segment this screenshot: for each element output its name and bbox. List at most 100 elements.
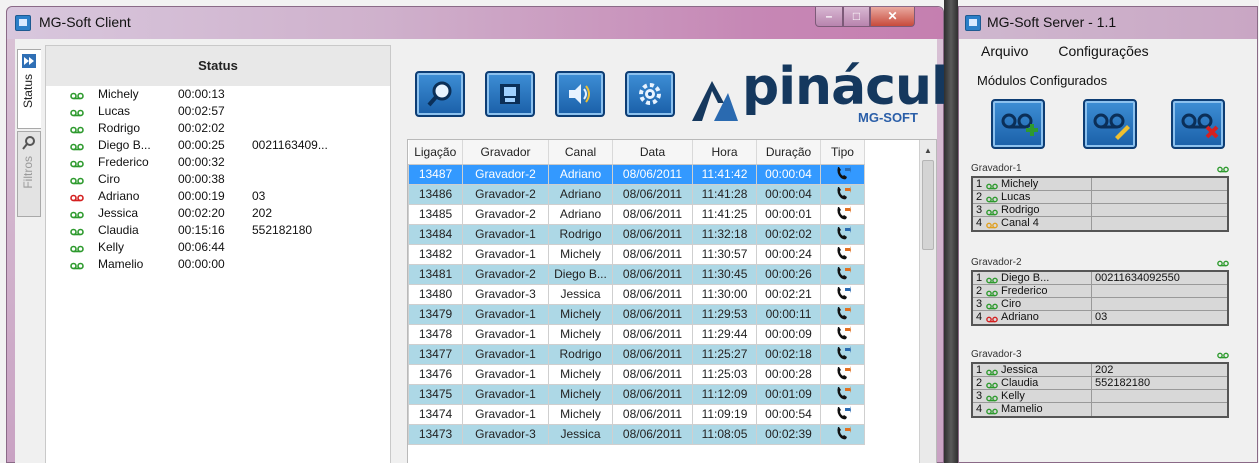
status-row[interactable]: Claudia 00:15:16 552182180 — [70, 222, 370, 239]
call-cell-id: 13478 — [408, 323, 463, 345]
voicemail-icon — [70, 194, 84, 202]
status-row[interactable]: Jessica 00:02:20 202 — [70, 205, 370, 222]
scroll-up-icon[interactable]: ▲ — [924, 146, 932, 155]
call-row[interactable]: 13484 Gravador-1 Rodrigo 08/06/2011 11:32:18… — [408, 223, 865, 245]
call-cell-channel: Michely — [548, 303, 613, 325]
call-row[interactable]: 13479 Gravador-1 Michely 08/06/2011 11:29:53… — [408, 303, 865, 325]
status-row[interactable]: Ciro 00:00:38 — [70, 171, 370, 188]
channel-index: 1 — [976, 178, 983, 190]
call-row[interactable]: 13475 Gravador-1 Michely 08/06/2011 11:12:09… — [408, 383, 865, 405]
add-module-button[interactable] — [991, 99, 1045, 149]
settings-button[interactable] — [625, 71, 675, 117]
call-row[interactable]: 13480 Gravador-3 Jessica 08/06/2011 11:30:00… — [408, 283, 865, 305]
call-row[interactable]: 13477 Gravador-1 Rodrigo 08/06/2011 11:25:27… — [408, 343, 865, 365]
channel-row[interactable]: 3 Rodrigo — [973, 204, 1227, 217]
remove-module-button[interactable] — [1171, 99, 1225, 149]
close-button[interactable]: ✕ — [870, 7, 915, 27]
recorder-group: Gravador-1 1 Michely 2 Lucas 3 Rodrigo 4 Canal 4 — [971, 163, 1229, 232]
call-row[interactable]: 13481 Gravador-2 Diego B... 08/06/2011 11:30… — [408, 263, 865, 285]
voicemail-icon — [70, 160, 84, 168]
record-button[interactable] — [485, 71, 535, 117]
status-row[interactable]: Mamelio 00:00:00 — [70, 256, 370, 273]
call-row[interactable]: 13478 Gravador-1 Michely 08/06/2011 11:29:44… — [408, 323, 865, 345]
calls-grid[interactable]: Ligação Gravador Canal Data Hora Duração Tipo … — [407, 139, 937, 463]
channel-row[interactable]: 3 Kelly — [973, 390, 1227, 403]
tab-filtros[interactable]: Filtros — [17, 131, 41, 217]
channel-row[interactable]: 1 Jessica 202 — [973, 364, 1227, 377]
status-row[interactable]: Frederico 00:00:32 — [70, 154, 370, 171]
minimize-button[interactable]: – — [815, 7, 843, 27]
channel-number — [1091, 285, 1227, 298]
menu-configuracoes[interactable]: Configurações — [1058, 43, 1148, 59]
server-titlebar[interactable]: MG-Soft Server - 1.1 — [959, 7, 1257, 39]
status-name: Michely — [98, 87, 139, 101]
column-header[interactable]: Hora — [692, 140, 757, 165]
column-header[interactable]: Data — [612, 140, 693, 165]
column-header[interactable]: Ligação — [408, 140, 463, 165]
call-cell-time: 11:12:09 — [692, 383, 757, 405]
phone-call-icon — [836, 385, 851, 399]
call-row[interactable]: 13473 Gravador-3 Jessica 08/06/2011 11:08:05… — [408, 423, 865, 445]
call-cell-id: 13484 — [408, 223, 463, 245]
edit-module-button[interactable] — [1083, 99, 1137, 149]
call-cell-id: 13475 — [408, 383, 463, 405]
status-row[interactable]: Michely 00:00:13 — [70, 86, 370, 103]
channel-row[interactable]: 1 Michely — [973, 178, 1227, 191]
call-type-cell — [820, 183, 865, 205]
column-header[interactable]: Duração — [756, 140, 821, 165]
channel-row[interactable]: 4 Canal 4 — [973, 217, 1227, 230]
call-cell-duration: 00:01:09 — [756, 383, 821, 405]
tab-status[interactable]: Status — [17, 49, 41, 129]
status-row[interactable]: Diego B... 00:00:25 0021163409... — [70, 137, 370, 154]
maximize-button[interactable]: □ — [843, 7, 870, 27]
call-cell-id: 13477 — [408, 343, 463, 365]
channel-table: 1 Diego B... 00211634092550 2 Frederico 3 Ciro… — [971, 270, 1229, 326]
call-cell-date: 08/06/2011 — [612, 303, 693, 325]
phone-call-icon — [836, 405, 851, 419]
call-row[interactable]: 13476 Gravador-1 Michely 08/06/2011 11:25:03… — [408, 363, 865, 385]
edit-module-icon — [1093, 113, 1130, 140]
call-row[interactable]: 13486 Gravador-2 Adriano 08/06/2011 11:41:28… — [408, 183, 865, 205]
call-cell-channel: Michely — [548, 403, 613, 425]
status-row[interactable]: Kelly 00:06:44 — [70, 239, 370, 256]
audio-button[interactable] — [555, 71, 605, 117]
call-row[interactable]: 13474 Gravador-1 Michely 08/06/2011 11:09:19… — [408, 403, 865, 425]
channel-row[interactable]: 1 Diego B... 00211634092550 — [973, 272, 1227, 285]
voicemail-icon — [70, 245, 84, 253]
phone-call-icon — [836, 285, 851, 299]
channel-number: 03 — [1091, 311, 1227, 324]
channel-row[interactable]: 4 Adriano 03 — [973, 311, 1227, 324]
call-row[interactable]: 13485 Gravador-2 Adriano 08/06/2011 11:41:25… — [408, 203, 865, 225]
channel-row[interactable]: 3 Ciro — [973, 298, 1227, 311]
call-cell-channel: Jessica — [548, 283, 613, 305]
search-button[interactable] — [415, 71, 465, 117]
column-header[interactable]: Tipo — [820, 140, 865, 165]
menu-arquivo[interactable]: Arquivo — [981, 43, 1028, 59]
recorder-group: Gravador-2 1 Diego B... 00211634092550 2 Fred… — [971, 257, 1229, 326]
voicemail-icon — [986, 290, 998, 297]
call-cell-recorder: Gravador-1 — [462, 303, 549, 325]
server-window: MG-Soft Server - 1.1 Arquivo Configuraçõ… — [958, 6, 1258, 463]
call-cell-time: 11:29:53 — [692, 303, 757, 325]
voicemail-icon — [1217, 260, 1229, 267]
call-cell-duration: 00:00:11 — [756, 303, 821, 325]
call-row[interactable]: 13487 Gravador-2 Adriano 08/06/2011 11:41:42… — [408, 163, 865, 185]
status-row[interactable]: Lucas 00:02:57 — [70, 103, 370, 120]
channel-row[interactable]: 2 Claudia 552182180 — [973, 377, 1227, 390]
channel-row[interactable]: 2 Frederico — [973, 285, 1227, 298]
column-header[interactable]: Gravador — [462, 140, 549, 165]
calls-scrollbar[interactable]: ▲ — [919, 140, 936, 463]
channel-row[interactable]: 2 Lucas — [973, 191, 1227, 204]
voicemail-icon — [986, 183, 998, 190]
status-row[interactable]: Rodrigo 00:02:02 — [70, 120, 370, 137]
call-row[interactable]: 13482 Gravador-1 Michely 08/06/2011 11:30:57… — [408, 243, 865, 265]
channel-row[interactable]: 4 Mamelio — [973, 403, 1227, 416]
status-row[interactable]: Adriano 00:00:19 03 — [70, 188, 370, 205]
scroll-thumb[interactable] — [922, 160, 934, 250]
status-name: Kelly — [98, 240, 125, 254]
client-titlebar[interactable]: MG-Soft Client – □ ✕ — [7, 7, 943, 39]
column-header[interactable]: Canal — [548, 140, 613, 165]
channel-index: 2 — [976, 377, 983, 389]
voicemail-icon — [70, 92, 84, 100]
call-cell-recorder: Gravador-1 — [462, 323, 549, 345]
